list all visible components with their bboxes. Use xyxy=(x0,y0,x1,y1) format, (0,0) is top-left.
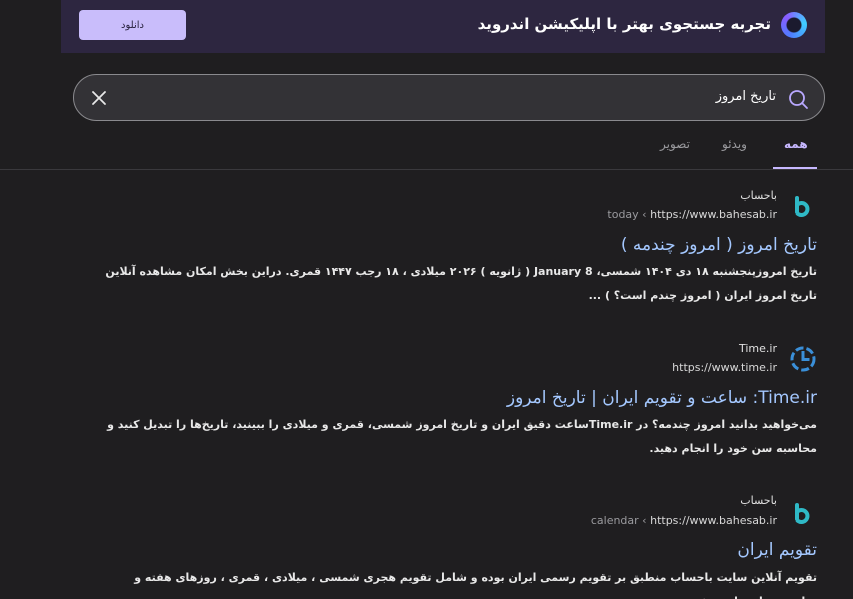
result-title[interactable]: Time.ir: ساعت و تقویم ایران | تاریخ امرو… xyxy=(507,388,817,408)
result-url-domain: https://www.time.ir xyxy=(672,361,777,374)
search-tabs: همه ویدئو تصویر xyxy=(0,128,853,170)
search-box[interactable]: تاریخ امروز xyxy=(73,74,825,121)
result-site-name: Time.ir xyxy=(739,342,777,355)
result-title[interactable]: تاریخ امروز ( امروز چندمه ) xyxy=(621,235,817,255)
result-url[interactable]: calendar ‹ https://www.bahesab.ir xyxy=(591,514,777,527)
result-url-crumb: calendar xyxy=(590,514,639,527)
tab-all[interactable]: همه xyxy=(784,137,808,151)
tab-image[interactable]: تصویر xyxy=(660,137,690,151)
result-url-crumb: today xyxy=(607,208,639,221)
result-snippet: تقویم آنلاین سایت باحساب منطبق بر تقویم … xyxy=(134,571,817,599)
result-snippet: می‌خواهید بدانید امروز چندمه؟ در Time.ir… xyxy=(107,418,817,455)
time-ir-icon xyxy=(790,346,816,372)
app-logo-icon xyxy=(781,12,807,38)
bahesab-icon xyxy=(795,196,810,217)
search-icon[interactable] xyxy=(787,88,809,110)
tab-video[interactable]: ویدئو xyxy=(722,137,747,151)
bahesab-icon xyxy=(795,503,810,524)
app-promo-banner: تجربه جستجوی بهتر با اپلیکیشن اندروید دا… xyxy=(61,0,825,53)
result-site-name: باحساب xyxy=(740,189,777,202)
result-url[interactable]: today ‹ https://www.bahesab.ir xyxy=(607,208,777,221)
close-icon[interactable] xyxy=(90,89,108,107)
result-title[interactable]: تقویم ایران xyxy=(737,540,817,560)
active-tab-indicator xyxy=(773,167,817,169)
search-input[interactable]: تاریخ امروز xyxy=(716,89,776,104)
result-url-domain: https://www.bahesab.ir xyxy=(650,208,777,221)
banner-title: تجربه جستجوی بهتر با اپلیکیشن اندروید xyxy=(477,15,771,33)
result-url[interactable]: https://www.time.ir xyxy=(672,361,777,374)
result-url-domain: https://www.bahesab.ir xyxy=(650,514,777,527)
result-snippet: تاریخ امروزپنجشنبه ۱۸ دی ۱۴۰۴ شمسی، Janu… xyxy=(105,265,817,302)
result-site-name: باحساب xyxy=(740,494,777,507)
download-button[interactable]: دانلود xyxy=(79,10,186,40)
